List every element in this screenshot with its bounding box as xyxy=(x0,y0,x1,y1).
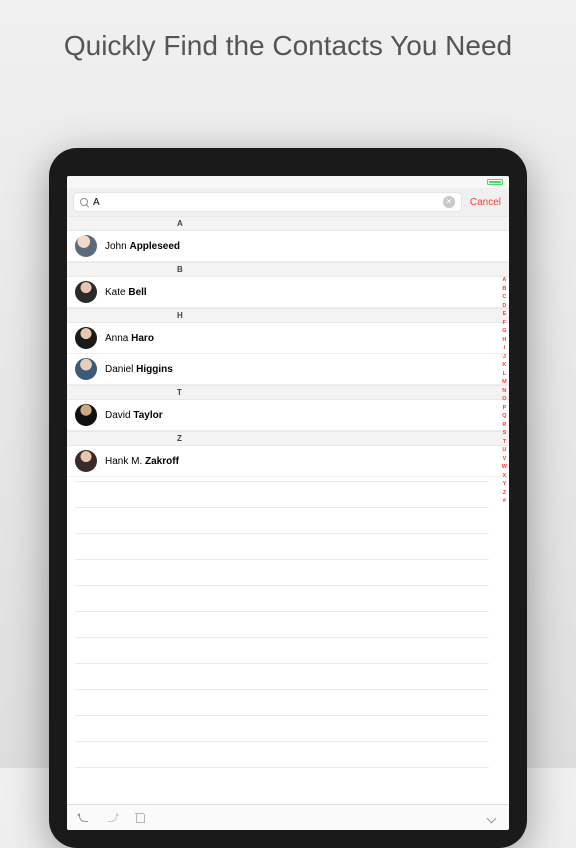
bottom-toolbar xyxy=(67,804,509,830)
index-letter[interactable]: N xyxy=(502,387,507,396)
section-header: B xyxy=(67,262,509,277)
index-letter[interactable]: Q xyxy=(502,412,507,421)
index-letter[interactable]: E xyxy=(502,310,507,319)
index-letter[interactable]: T xyxy=(502,438,507,447)
contact-row[interactable]: Daniel Higgins xyxy=(67,354,509,385)
index-letter[interactable]: B xyxy=(502,285,507,294)
status-bar xyxy=(67,176,509,188)
index-letter[interactable]: R xyxy=(502,421,507,430)
search-bar: A ✕ Cancel xyxy=(67,188,509,216)
contact-row[interactable]: Anna Haro xyxy=(67,323,509,354)
index-letter[interactable]: J xyxy=(502,353,507,362)
index-letter[interactable]: F xyxy=(502,319,507,328)
section-header: Z xyxy=(67,431,509,446)
index-letter[interactable]: H xyxy=(502,336,507,345)
index-letter[interactable]: # xyxy=(502,497,507,506)
hero-title: Quickly Find the Contacts You Need xyxy=(0,0,576,83)
contact-name: John Appleseed xyxy=(105,241,180,252)
index-letter[interactable]: W xyxy=(502,463,507,472)
index-letter[interactable]: P xyxy=(502,404,507,413)
index-letter[interactable]: U xyxy=(502,446,507,455)
avatar xyxy=(75,327,97,349)
alpha-index[interactable]: ABCDEFGHIJKLMNOPQRSTUVWXYZ# xyxy=(502,276,507,506)
search-icon xyxy=(80,198,89,207)
index-letter[interactable]: X xyxy=(502,472,507,481)
search-input[interactable]: A ✕ xyxy=(73,192,462,212)
index-letter[interactable]: D xyxy=(502,302,507,311)
avatar xyxy=(75,404,97,426)
index-letter[interactable]: M xyxy=(502,378,507,387)
avatar xyxy=(75,358,97,380)
index-letter[interactable]: I xyxy=(502,344,507,353)
search-query: A xyxy=(93,197,443,208)
avatar xyxy=(75,235,97,257)
redo-icon[interactable] xyxy=(105,811,119,825)
index-letter[interactable]: Z xyxy=(502,489,507,498)
trash-icon[interactable] xyxy=(133,811,147,825)
index-letter[interactable]: G xyxy=(502,327,507,336)
avatar xyxy=(75,281,97,303)
contact-list[interactable]: A John Appleseed B Kate Bell H Anna Haro Danie… xyxy=(67,216,509,804)
battery-icon xyxy=(487,179,503,185)
contact-row[interactable]: David Taylor xyxy=(67,400,509,431)
ruled-lines xyxy=(75,456,489,768)
contact-name: Daniel Higgins xyxy=(105,364,173,375)
chevron-down-icon[interactable] xyxy=(485,811,499,825)
index-letter[interactable]: V xyxy=(502,455,507,464)
index-letter[interactable]: A xyxy=(502,276,507,285)
contact-row[interactable]: John Appleseed xyxy=(67,231,509,262)
index-letter[interactable]: Y xyxy=(502,480,507,489)
contact-name: Anna Haro xyxy=(105,333,154,344)
index-letter[interactable]: L xyxy=(502,370,507,379)
undo-icon[interactable] xyxy=(77,811,91,825)
cancel-button[interactable]: Cancel xyxy=(470,197,501,208)
index-letter[interactable]: O xyxy=(502,395,507,404)
tablet-frame: A ✕ Cancel A John Appleseed B Kate Bell H Ann… xyxy=(49,148,527,848)
index-letter[interactable]: C xyxy=(502,293,507,302)
index-letter[interactable]: S xyxy=(502,429,507,438)
screen: A ✕ Cancel A John Appleseed B Kate Bell H Ann… xyxy=(67,176,509,830)
contact-name: David Taylor xyxy=(105,410,163,421)
contact-name: Kate Bell xyxy=(105,287,147,298)
contact-row[interactable]: Kate Bell xyxy=(67,277,509,308)
section-header: H xyxy=(67,308,509,323)
index-letter[interactable]: K xyxy=(502,361,507,370)
section-header: A xyxy=(67,216,509,231)
clear-icon[interactable]: ✕ xyxy=(443,196,455,208)
section-header: T xyxy=(67,385,509,400)
